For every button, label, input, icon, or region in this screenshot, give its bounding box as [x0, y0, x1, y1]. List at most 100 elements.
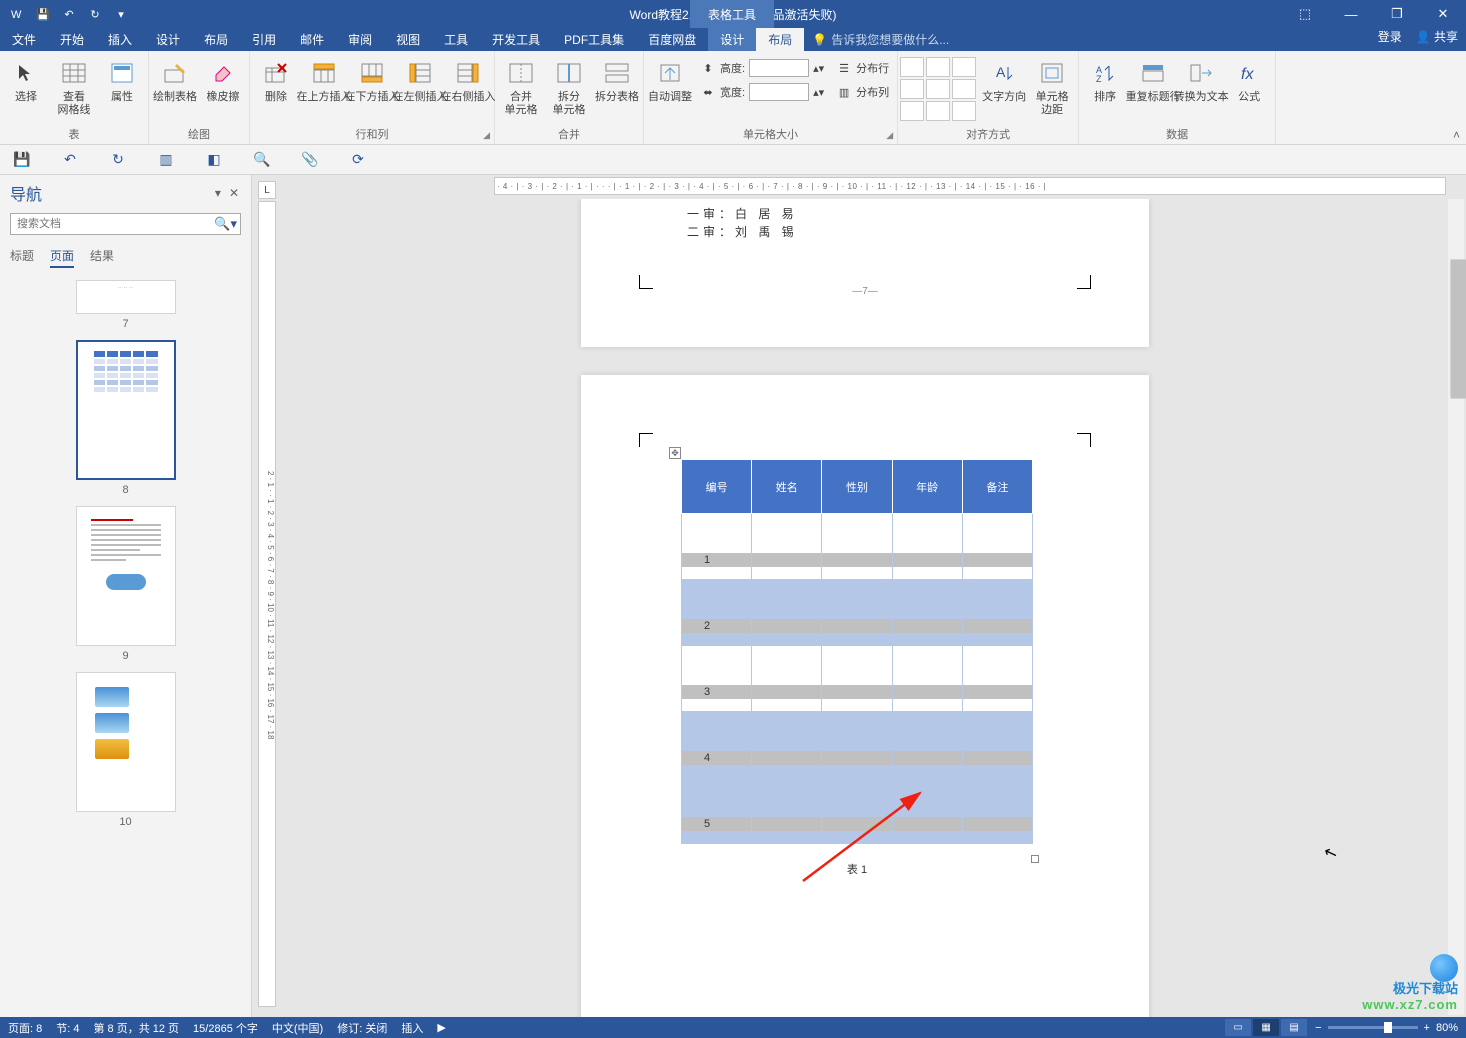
minimize-button[interactable]: —	[1328, 0, 1374, 28]
distribute-cols-button[interactable]: ▥分布列	[836, 81, 889, 103]
tab-table-design[interactable]: 设计	[708, 28, 756, 51]
properties-button[interactable]: 属性	[98, 53, 146, 104]
autofit-button[interactable]: 自动调整	[646, 53, 694, 104]
web-layout-icon[interactable]: ▤	[1281, 1019, 1307, 1036]
table-row[interactable]: 3	[682, 646, 1033, 712]
word-table[interactable]: ✥ 编号 姓名 性别 年龄 备注 1 2 3 4 5	[681, 459, 1033, 844]
table-row[interactable]: 4	[682, 712, 1033, 778]
print-layout-icon[interactable]: ▦	[1253, 1019, 1279, 1036]
tab-file[interactable]: 文件	[0, 28, 48, 51]
height-input[interactable]	[749, 59, 809, 77]
cell-margins-button[interactable]: 单元格 边距	[1028, 53, 1076, 117]
repeat-header-button[interactable]: 重复标题行	[1129, 53, 1177, 104]
tab-insert[interactable]: 插入	[96, 28, 144, 51]
align-tl-button[interactable]	[900, 57, 924, 77]
tab-tools[interactable]: 工具	[432, 28, 480, 51]
tab-devtools[interactable]: 开发工具	[480, 28, 552, 51]
table-row[interactable]: 1	[682, 514, 1033, 580]
th-gender[interactable]: 性别	[822, 460, 892, 514]
merge-cells-button[interactable]: 合并 单元格	[497, 53, 545, 117]
vertical-scrollbar[interactable]	[1448, 199, 1464, 1015]
align-ml-button[interactable]	[900, 79, 924, 99]
tab-baidu[interactable]: 百度网盘	[636, 28, 708, 51]
table-row[interactable]: 2	[682, 580, 1033, 646]
width-spinner[interactable]: ▴▾	[813, 86, 824, 99]
th-age[interactable]: 年龄	[892, 460, 962, 514]
qat-rotate-icon[interactable]: ⟳	[348, 150, 368, 170]
thumbnail-page-8[interactable]: 8	[10, 340, 241, 496]
align-tr-button[interactable]	[952, 57, 976, 77]
th-name[interactable]: 姓名	[752, 460, 822, 514]
eraser-button[interactable]: 橡皮擦	[199, 53, 247, 104]
page-canvas[interactable]: 一审：白 居 易 二审：刘 禹 锡 —7— ✥ 编号 姓名 性别 年龄	[284, 199, 1446, 1017]
close-button[interactable]: ✕	[1420, 0, 1466, 28]
split-table-button[interactable]: 拆分表格	[593, 53, 641, 104]
text-direction-button[interactable]: A文字方向	[980, 53, 1028, 104]
table-row[interactable]: 5	[682, 778, 1033, 844]
align-tc-button[interactable]	[926, 57, 950, 77]
scrollbar-thumb[interactable]	[1450, 259, 1466, 399]
th-id[interactable]: 编号	[682, 460, 752, 514]
tab-view[interactable]: 视图	[384, 28, 432, 51]
dialog-launcher-icon[interactable]: ◢	[886, 128, 893, 142]
thumbnail-page-9[interactable]: 9	[10, 506, 241, 662]
status-insert-mode[interactable]: 插入	[401, 1020, 423, 1036]
zoom-slider-handle[interactable]	[1384, 1022, 1392, 1033]
status-page[interactable]: 页面: 8	[8, 1020, 42, 1036]
horizontal-ruler[interactable]: · 4 · | · 3 · | · 2 · | · 1 · | · · · | …	[494, 177, 1446, 195]
status-section[interactable]: 节: 4	[56, 1020, 79, 1036]
align-bc-button[interactable]	[926, 101, 950, 121]
tab-review[interactable]: 审阅	[336, 28, 384, 51]
read-mode-icon[interactable]: ▭	[1225, 1019, 1251, 1036]
search-icon[interactable]: 🔍▾	[214, 216, 237, 232]
ribbon-display-options-icon[interactable]: ⬚	[1282, 0, 1328, 28]
navtab-headings[interactable]: 标题	[10, 247, 34, 268]
thumbnail-page-7[interactable]: ·· ·· ·· 7	[10, 280, 241, 330]
zoom-slider[interactable]	[1328, 1026, 1418, 1029]
insert-below-button[interactable]: 在下方插入	[348, 53, 396, 104]
tell-me-box[interactable]: 💡告诉我您想要做什么...	[812, 28, 949, 51]
qat-preview-icon[interactable]: 🔍	[252, 150, 272, 170]
qat-attach-icon[interactable]: 📎	[300, 150, 320, 170]
qat-redo-icon[interactable]: ↻	[108, 150, 128, 170]
select-button[interactable]: 选择	[2, 53, 50, 104]
login-link[interactable]: 登录	[1378, 28, 1402, 45]
undo-icon[interactable]: ↶	[58, 3, 80, 25]
navtab-results[interactable]: 结果	[90, 247, 114, 268]
status-track-changes[interactable]: 修订: 关闭	[337, 1020, 387, 1036]
tab-mailings[interactable]: 邮件	[288, 28, 336, 51]
status-language[interactable]: 中文(中国)	[272, 1020, 323, 1036]
tabstop-selector[interactable]: L	[258, 181, 276, 199]
word-app-icon[interactable]: W	[6, 3, 28, 25]
qat-save-icon[interactable]: 💾	[12, 150, 32, 170]
table-move-handle-icon[interactable]: ✥	[669, 447, 681, 459]
align-br-button[interactable]	[952, 101, 976, 121]
height-spinner[interactable]: ▴▾	[813, 62, 824, 75]
formula-button[interactable]: fx公式	[1225, 53, 1273, 104]
dialog-launcher-icon[interactable]: ◢	[483, 128, 490, 142]
navtab-pages[interactable]: 页面	[50, 247, 74, 268]
navpane-close-icon[interactable]: ✕	[225, 186, 243, 200]
qat-split-icon[interactable]: ▥	[156, 150, 176, 170]
delete-button[interactable]: 删除	[252, 53, 300, 104]
zoom-out-button[interactable]: −	[1315, 1022, 1321, 1034]
search-input[interactable]	[10, 213, 241, 235]
tab-pdf[interactable]: PDF工具集	[552, 28, 636, 51]
view-gridlines-button[interactable]: 查看 网格线	[50, 53, 98, 117]
navpane-pin-icon[interactable]: ▾	[211, 186, 225, 200]
insert-right-button[interactable]: 在右侧插入	[444, 53, 492, 104]
redo-icon[interactable]: ↻	[84, 3, 106, 25]
share-button[interactable]: 👤 共享	[1416, 28, 1458, 45]
tab-home[interactable]: 开始	[48, 28, 96, 51]
status-word-count[interactable]: 15/2865 个字	[193, 1020, 258, 1036]
insert-left-button[interactable]: 在左侧插入	[396, 53, 444, 104]
thumbnail-page-10[interactable]: 10	[10, 672, 241, 828]
draw-table-button[interactable]: 绘制表格	[151, 53, 199, 104]
tab-design[interactable]: 设计	[144, 28, 192, 51]
width-input[interactable]	[749, 83, 809, 101]
tab-table-layout[interactable]: 布局	[756, 28, 804, 51]
status-macro-icon[interactable]: ▶	[437, 1021, 445, 1034]
tab-layout[interactable]: 布局	[192, 28, 240, 51]
distribute-rows-button[interactable]: ☰分布行	[836, 57, 889, 79]
align-mc-button[interactable]	[926, 79, 950, 99]
